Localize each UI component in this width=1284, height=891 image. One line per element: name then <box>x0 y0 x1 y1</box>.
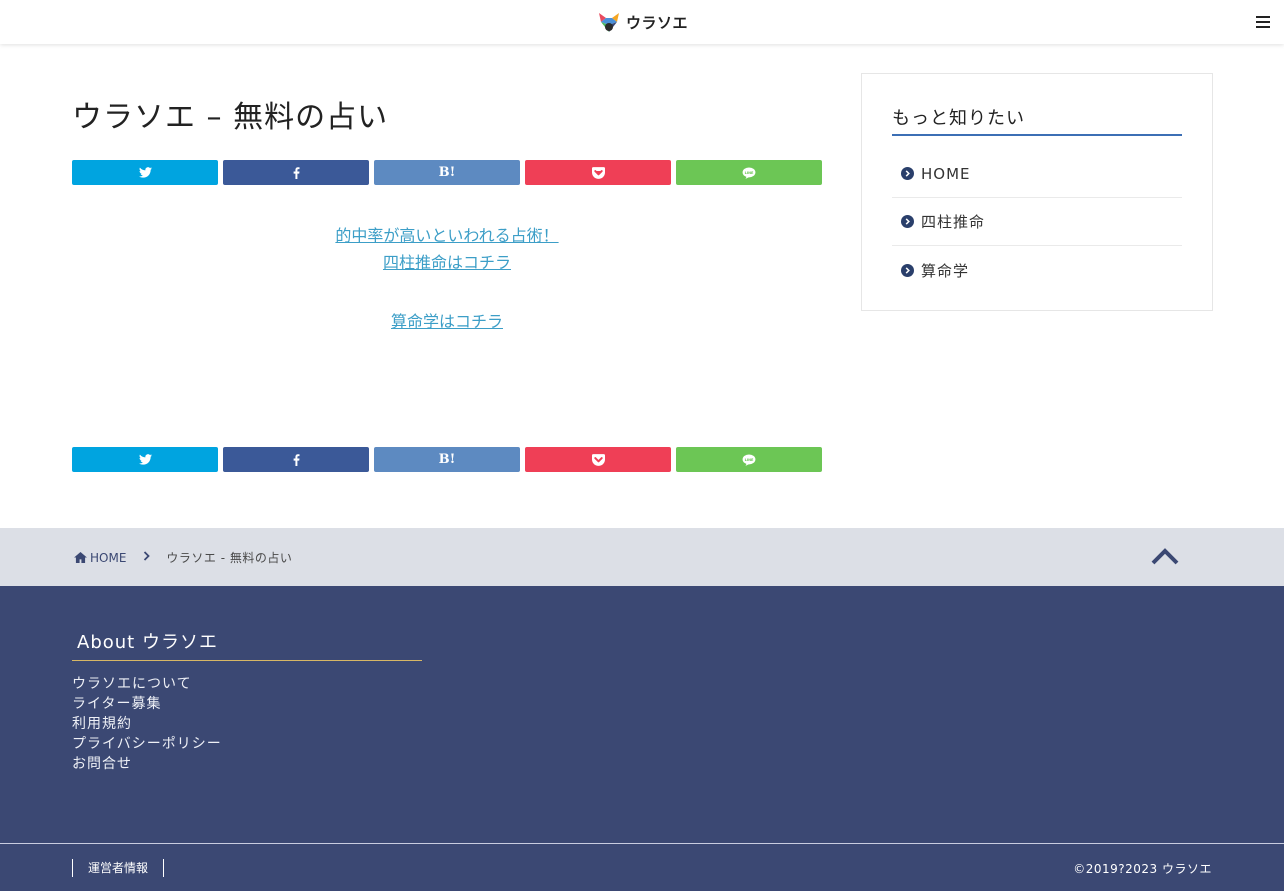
sidebar-item-label: 算命学 <box>921 261 970 280</box>
footer-link-about[interactable]: ウラソエについて <box>72 674 222 694</box>
chevron-right-icon <box>901 167 914 180</box>
facebook-icon <box>293 166 299 179</box>
sidebar-item-home[interactable]: HOME <box>892 150 1182 198</box>
breadcrumb: HOME ウラソエ - 無料の占い <box>74 549 292 566</box>
chevron-up-icon <box>1151 548 1179 565</box>
site-footer: About ウラソエ ウラソエについて ライター募集 利用規約 プライバシーポリ… <box>0 586 1284 891</box>
footer-link-writer-recruit[interactable]: ライター募集 <box>72 694 222 714</box>
footer-divider <box>0 843 1284 844</box>
breadcrumb-current: ウラソエ - 無料の占い <box>166 551 293 565</box>
facebook-share-button[interactable] <box>223 160 369 185</box>
footer-about-title: About ウラソエ <box>72 628 422 661</box>
sidebar-widget: もっと知りたい HOME 四柱推命 算命学 <box>861 73 1213 311</box>
sidebar-item-label: 四柱推命 <box>921 213 986 231</box>
line-share-button[interactable]: LINE <box>676 160 822 185</box>
home-icon <box>74 552 87 563</box>
facebook-icon <box>293 453 299 466</box>
sidebar-item-shichu-suimei[interactable]: 四柱推命 <box>892 198 1182 246</box>
shichu-suimei-link-line1[interactable]: 的中率が高いといわれる占術！ <box>72 222 822 249</box>
footer-link-operator[interactable]: 運営者情報 <box>72 859 165 877</box>
svg-text:LINE: LINE <box>745 458 754 462</box>
hatena-bookmark-share-button[interactable]: B! <box>374 447 520 472</box>
sidebar-menu: HOME 四柱推命 算命学 <box>892 150 1182 294</box>
twitter-share-button[interactable] <box>72 160 218 185</box>
sidebar-title: もっと知りたい <box>892 104 1182 136</box>
site-header: ウラソエ <box>0 0 1284 44</box>
breadcrumb-home[interactable]: HOME <box>74 551 126 565</box>
site-logo[interactable]: ウラソエ <box>597 10 688 34</box>
chevron-right-icon <box>143 550 151 565</box>
hamburger-menu-icon[interactable] <box>1256 16 1270 28</box>
sanmeigaku-link[interactable]: 算命学はコチラ <box>72 308 822 335</box>
breadcrumb-home-label: HOME <box>90 550 127 565</box>
pocket-icon <box>591 453 605 466</box>
sidebar-item-sanmeigaku[interactable]: 算命学 <box>892 246 1182 294</box>
chevron-right-icon <box>901 263 914 277</box>
footer-link-contact[interactable]: お問合せ <box>72 754 222 774</box>
pocket-icon <box>591 166 605 179</box>
copyright-text: ©2019?2023 ウラソエ <box>1073 862 1212 876</box>
hatena-bookmark-share-button[interactable]: B! <box>374 160 520 185</box>
footer-link-privacy[interactable]: プライバシーポリシー <box>72 734 222 754</box>
line-icon: LINE <box>742 166 756 179</box>
hatena-bookmark-icon: B! <box>438 165 456 180</box>
page-title: ウラソエ – 無料の占い <box>72 100 389 135</box>
shichu-suimei-link-line2[interactable]: 四柱推命はコチラ <box>72 249 822 276</box>
share-buttons-bottom: B! LINE <box>72 447 822 472</box>
logo-icon <box>599 13 619 32</box>
footer-link-terms[interactable]: 利用規約 <box>72 714 222 734</box>
svg-text:LINE: LINE <box>745 171 754 175</box>
facebook-share-button[interactable] <box>223 447 369 472</box>
breadcrumb-bar: HOME ウラソエ - 無料の占い <box>0 528 1284 586</box>
logo-text: ウラソエ <box>626 13 689 32</box>
hatena-bookmark-icon: B! <box>438 452 456 467</box>
twitter-icon <box>138 167 152 178</box>
chevron-right-icon <box>901 215 914 228</box>
article-links: 的中率が高いといわれる占術！ 四柱推命はコチラ 算命学はコチラ <box>72 222 822 335</box>
twitter-icon <box>138 454 152 465</box>
pocket-share-button[interactable] <box>525 160 671 185</box>
pocket-share-button[interactable] <box>525 447 671 472</box>
sidebar-item-label: HOME <box>921 164 971 183</box>
footer-about-links: ウラソエについて ライター募集 利用規約 プライバシーポリシー お問合せ <box>72 674 222 774</box>
twitter-share-button[interactable] <box>72 447 218 472</box>
back-to-top-button[interactable] <box>1150 545 1180 567</box>
line-share-button[interactable]: LINE <box>676 447 822 472</box>
share-buttons-top: B! LINE <box>72 160 822 185</box>
line-icon: LINE <box>742 453 756 466</box>
